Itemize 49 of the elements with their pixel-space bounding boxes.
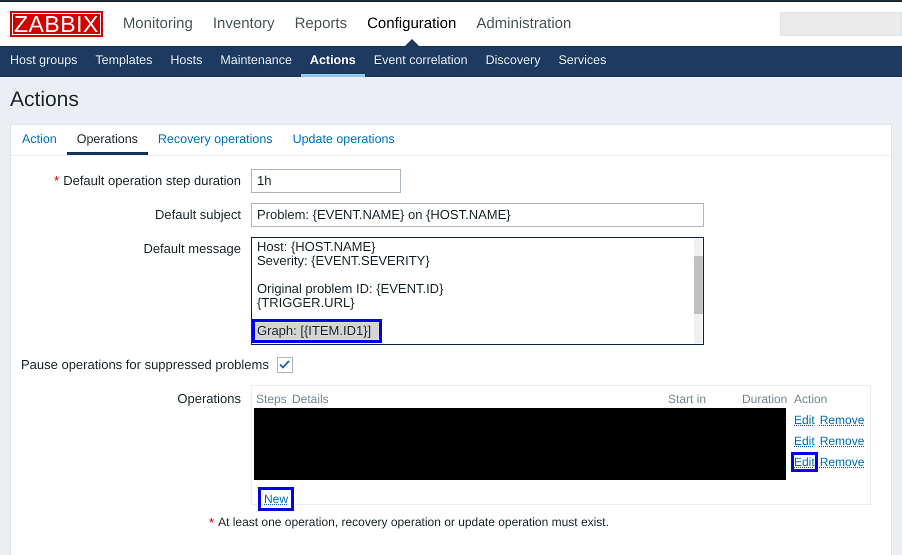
- main-menu-item[interactable]: Reports: [284, 2, 358, 46]
- message-line: Original problem ID: {EVENT.ID}: [256, 280, 444, 298]
- zabbix-logo[interactable]: ZABBIX: [10, 11, 103, 37]
- sub-menu-item[interactable]: Templates: [86, 46, 162, 77]
- edit-link[interactable]: Edit: [791, 452, 818, 472]
- column-header: Action: [794, 390, 828, 408]
- tab[interactable]: Operations: [66, 125, 148, 155]
- sub-menu-item[interactable]: Maintenance: [211, 46, 301, 77]
- required-asterisk: *: [209, 514, 214, 532]
- edit-link[interactable]: Edit: [791, 410, 818, 430]
- column-header: Duration: [742, 390, 788, 408]
- main-menu-item[interactable]: Monitoring: [112, 2, 203, 46]
- edit-link[interactable]: Edit: [791, 430, 818, 450]
- sub-menu-item[interactable]: Discovery: [476, 46, 550, 77]
- sub-menu-item[interactable]: Event correlation: [364, 46, 477, 77]
- check-icon: [279, 360, 290, 370]
- field-label: Default subject: [155, 207, 241, 222]
- message-textarea[interactable]: Host: {HOST.NAME} Severity: {EVENT.SEVERITY} Original problem ID: {EVENT.ID} {TRIGGER.URL} Graph: [{ITEM.ID1}]: [251, 237, 704, 345]
- message-line: Severity: {EVENT.SEVERITY}: [256, 253, 431, 270]
- sub-menu-item[interactable]: Actions: [300, 46, 365, 77]
- search-field[interactable]: [780, 12, 902, 36]
- remove-link[interactable]: Remove: [820, 412, 864, 426]
- sub-menu-item[interactable]: Services: [549, 46, 616, 77]
- column-header: Details: [292, 390, 330, 408]
- message-line: Host: {HOST.NAME}: [256, 238, 376, 256]
- main-menu-item[interactable]: Inventory: [202, 2, 285, 46]
- remove-link[interactable]: Remove: [820, 434, 864, 448]
- field-label: Default operation step duration: [63, 172, 241, 190]
- pause-checkbox[interactable]: [276, 356, 293, 373]
- remove-link[interactable]: Remove: [820, 454, 864, 468]
- step-duration-field[interactable]: 1h: [251, 169, 401, 193]
- column-header: Start in: [668, 390, 708, 408]
- checkbox-label: Pause operations for suppressed problems: [21, 356, 269, 374]
- tab[interactable]: Update operations: [282, 125, 405, 155]
- column-header: Steps: [255, 390, 288, 408]
- field-label: Operations: [177, 390, 241, 406]
- page-title: Actions: [9, 87, 80, 113]
- subject-field[interactable]: Problem: {EVENT.NAME} on {HOST.NAME}: [251, 203, 704, 227]
- sub-menu-item[interactable]: Host groups: [1, 46, 86, 77]
- tab[interactable]: Recovery operations: [148, 125, 283, 155]
- new-link[interactable]: New: [258, 486, 294, 510]
- required-asterisk: *: [54, 172, 60, 190]
- footnote-text: At least one operation, recovery operation or update operation must exist.: [218, 514, 609, 532]
- scrollbar[interactable]: [694, 238, 703, 344]
- field-label: Default message: [143, 241, 241, 256]
- sub-menu-item[interactable]: Hosts: [161, 46, 212, 77]
- tab[interactable]: Action: [12, 125, 67, 155]
- main-menu-item[interactable]: Administration: [466, 2, 582, 46]
- message-line: {TRIGGER.URL}: [256, 295, 356, 312]
